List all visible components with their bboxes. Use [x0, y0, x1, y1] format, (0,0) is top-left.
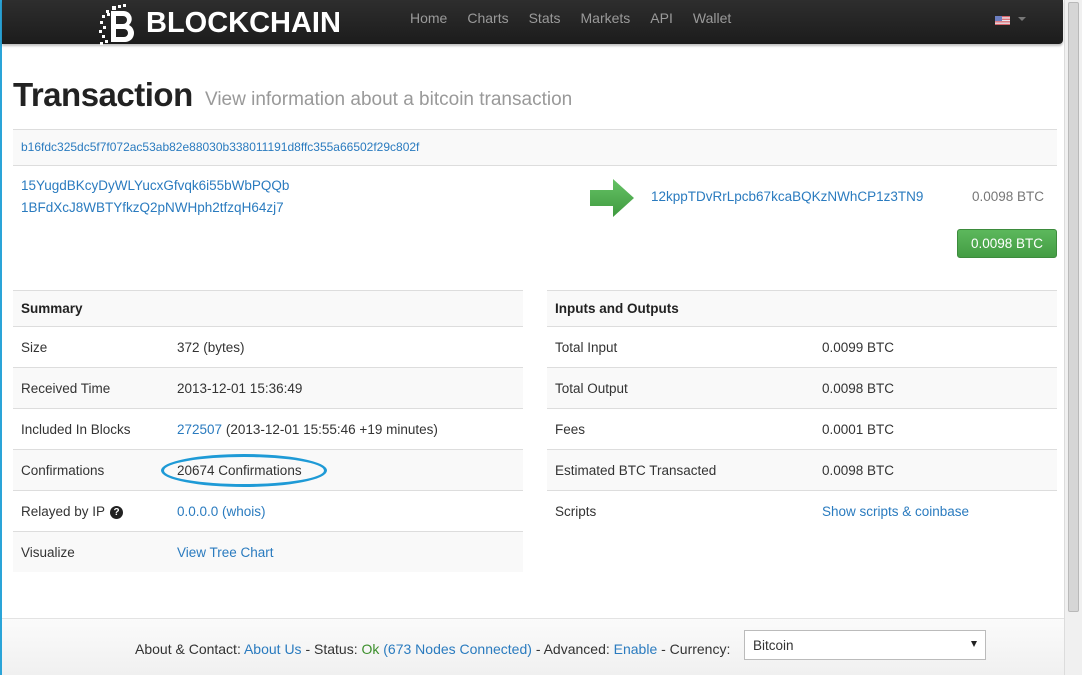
size-value: 372 (bytes): [177, 339, 245, 355]
input-address-link[interactable]: 1BFdXcJ8WBTYfkzQ2pNWHph2tfzqH64zj7: [21, 200, 284, 215]
input-address-link[interactable]: 15YugdBKcyDyWLYucxGfvqk6i55bWbPQQb: [21, 178, 289, 193]
summary-table-header: Summary: [13, 290, 523, 326]
row-label: Confirmations: [21, 462, 105, 478]
estimated-btc-value: 0.0098 BTC: [822, 462, 895, 478]
language-dropdown-caret-icon[interactable]: [1018, 17, 1026, 21]
total-amount-button[interactable]: 0.0098 BTC: [957, 229, 1057, 258]
advanced-label: - Advanced:: [535, 641, 610, 657]
navbar: BLOCKCHAIN Home Charts Stats Markets API…: [2, 0, 1063, 45]
row-label: Total Output: [555, 380, 628, 396]
summary-table: Summary Size 372 (bytes) Received Time 2…: [13, 290, 523, 572]
relayed-by-ip-label: Relayed by IP: [21, 503, 106, 519]
highlight-annotation: [161, 454, 327, 487]
nodes-connected-link[interactable]: (673 Nodes Connected): [383, 641, 532, 657]
row-label: Estimated BTC Transacted: [555, 462, 717, 478]
table-row: Fees 0.0001 BTC: [547, 408, 1057, 449]
block-time: (2013-12-01 15:55:46 +19 minutes): [225, 421, 438, 437]
row-label: Size: [21, 339, 48, 355]
output-address-link[interactable]: 12kppTDvRrLpcb67kcaBQKzNWhCP1z3TN9: [651, 189, 923, 204]
main-nav: Home Charts Stats Markets API Wallet: [400, 0, 741, 36]
nav-api[interactable]: API: [640, 0, 683, 36]
page-scrollbar[interactable]: [1064, 0, 1082, 675]
currency-selected-value: Bitcoin: [753, 638, 794, 653]
brand-logo[interactable]: BLOCKCHAIN: [96, 2, 341, 50]
row-label: Total Input: [555, 339, 618, 355]
table-row: Total Output 0.0098 BTC: [547, 367, 1057, 408]
output-amount: 0.0098 BTC: [972, 189, 1045, 204]
table-row: Scripts Show scripts & coinbase: [547, 490, 1057, 531]
inputs-outputs-table: Inputs and Outputs Total Input 0.0099 BT…: [547, 290, 1057, 531]
table-row: Size 372 (bytes): [13, 326, 523, 367]
row-label: Included In Blocks: [21, 421, 131, 437]
status-label: - Status:: [305, 641, 358, 657]
inputs-outputs-table-header: Inputs and Outputs: [547, 290, 1057, 326]
nav-markets[interactable]: Markets: [571, 0, 641, 36]
table-row: Included In Blocks 272507 (2013-12-01 15…: [13, 408, 523, 449]
currency-select[interactable]: Bitcoin: [744, 630, 986, 660]
row-label: Received Time: [21, 380, 111, 396]
fees-value: 0.0001 BTC: [822, 421, 895, 437]
received-time-value: 2013-12-01 15:36:49: [177, 380, 303, 396]
window-edge: [0, 0, 2, 675]
nav-charts[interactable]: Charts: [457, 0, 518, 36]
chevron-down-icon: [971, 641, 977, 647]
relayed-ip-link[interactable]: 0.0.0.0 (whois): [177, 504, 266, 519]
page-title: Transaction: [13, 76, 193, 113]
block-link[interactable]: 272507: [177, 422, 222, 437]
transaction-hash-link[interactable]: b16fdc325dc5f7f072ac53ab82e88030b3380111…: [21, 140, 419, 154]
nav-home[interactable]: Home: [400, 0, 457, 36]
arrow-right-icon: [589, 178, 635, 218]
row-label: Fees: [555, 421, 586, 437]
transaction-hash-row: b16fdc325dc5f7f072ac53ab82e88030b3380111…: [13, 129, 1057, 166]
about-label: About & Contact:: [135, 641, 241, 657]
table-row: Estimated BTC Transacted 0.0098 BTC: [547, 449, 1057, 490]
status-ok: Ok: [361, 641, 380, 657]
nav-wallet[interactable]: Wallet: [683, 0, 741, 36]
table-row: Total Input 0.0099 BTC: [547, 326, 1057, 367]
table-row: Received Time 2013-12-01 15:36:49: [13, 367, 523, 408]
brand-name: BLOCKCHAIN: [146, 6, 341, 39]
table-row: Confirmations 20674 Confirmations: [13, 449, 523, 490]
row-label: Visualize: [21, 544, 75, 560]
page-subtitle: View information about a bitcoin transac…: [205, 89, 573, 110]
us-flag-icon[interactable]: [995, 12, 1010, 25]
row-label: Relayed by IP?: [21, 503, 124, 519]
enable-advanced-link[interactable]: Enable: [614, 641, 658, 657]
total-output-value: 0.0098 BTC: [822, 380, 895, 396]
table-row: Relayed by IP? 0.0.0.0 (whois): [13, 490, 523, 531]
help-icon[interactable]: ?: [110, 505, 124, 519]
currency-label: - Currency:: [661, 641, 731, 657]
footer-text: About & Contact: About Us - Status: Ok (…: [135, 641, 730, 657]
view-tree-chart-link[interactable]: View Tree Chart: [177, 545, 274, 560]
included-in-blocks-value: 272507 (2013-12-01 15:55:46 +19 minutes): [177, 422, 438, 437]
scrollbar-thumb[interactable]: [1068, 2, 1079, 612]
nav-stats[interactable]: Stats: [519, 0, 571, 36]
blockchain-logo-icon: [96, 2, 140, 50]
row-label: Scripts: [555, 503, 597, 519]
show-scripts-link[interactable]: Show scripts & coinbase: [822, 504, 969, 519]
total-input-value: 0.0099 BTC: [822, 339, 895, 355]
about-us-link[interactable]: About Us: [244, 641, 302, 657]
table-row: Visualize View Tree Chart: [13, 531, 523, 572]
